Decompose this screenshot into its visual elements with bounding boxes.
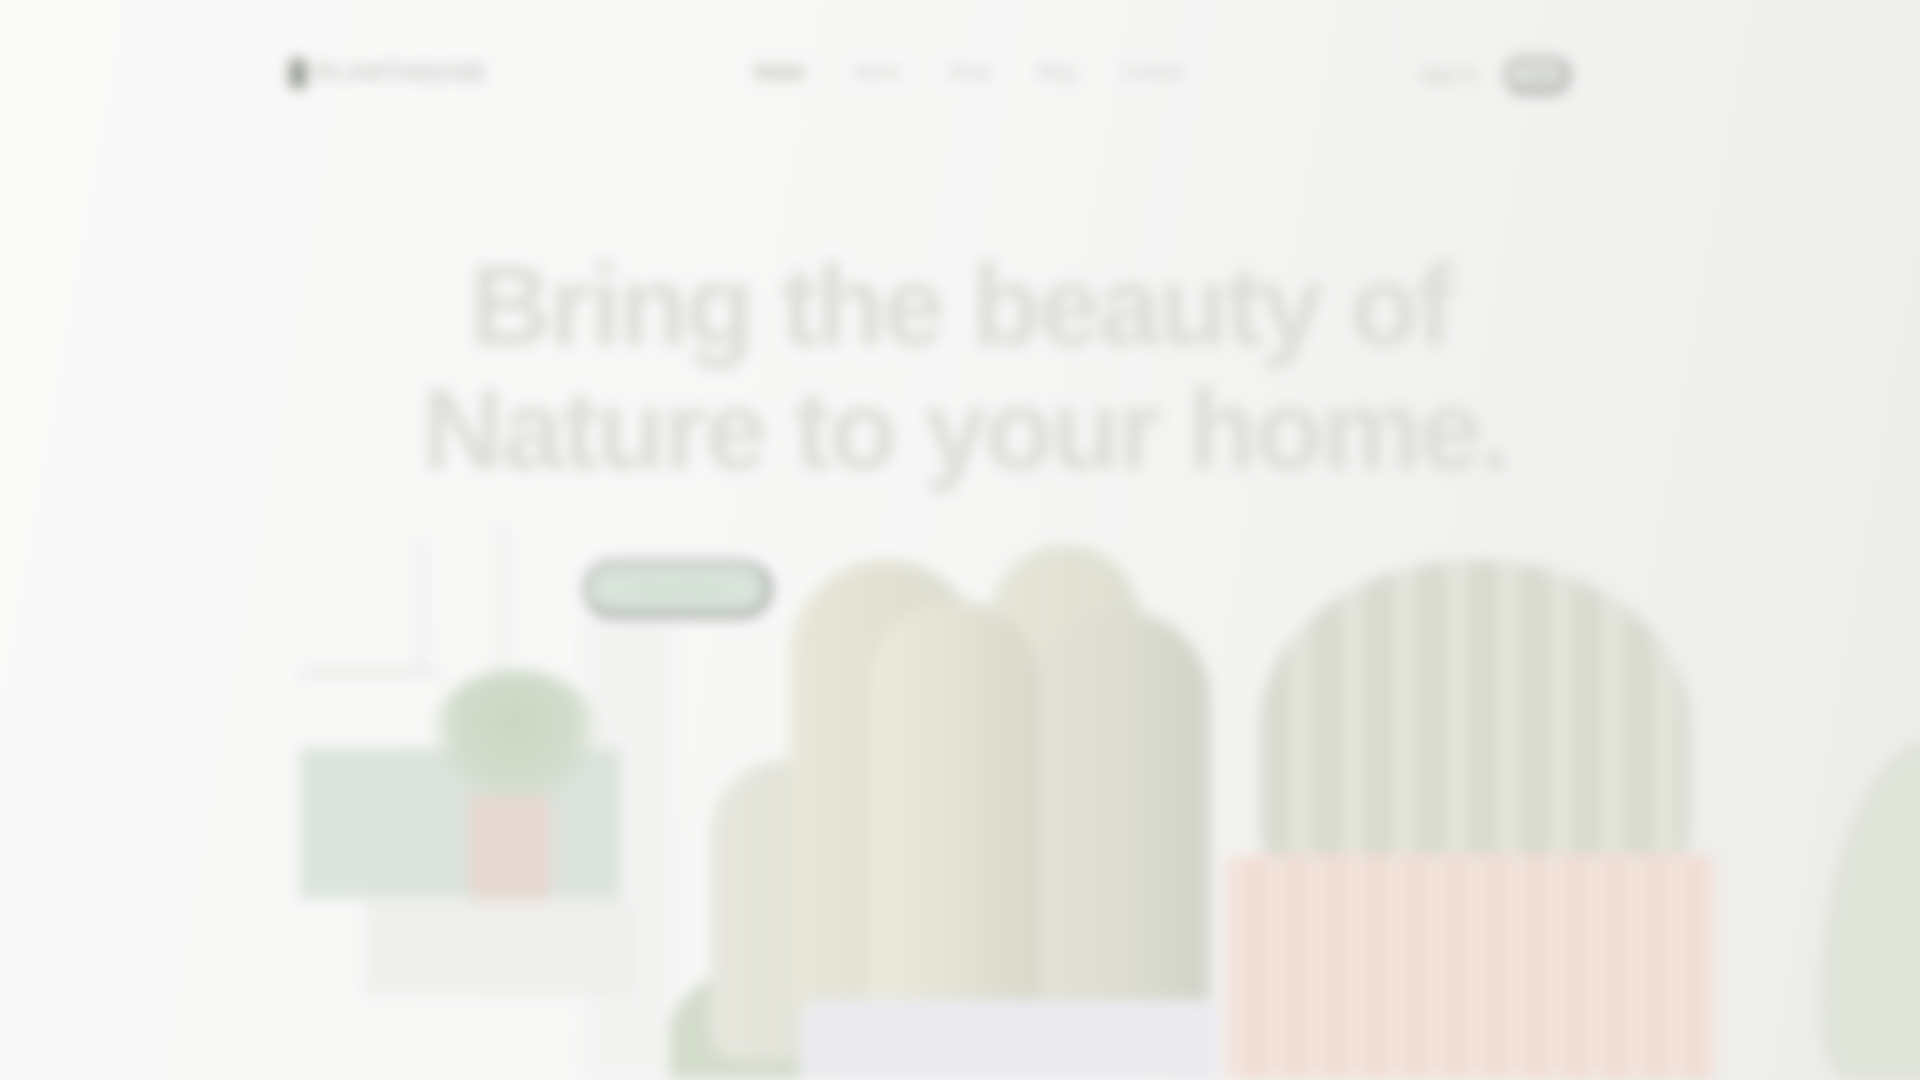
cactus-image	[870, 600, 1040, 1030]
nav-shop[interactable]: Shop	[948, 62, 990, 83]
hero-title-line-2: Nature to your home.	[421, 367, 1511, 494]
small-plant-image	[430, 670, 600, 800]
small-pot-image	[470, 795, 550, 915]
hero-title-line-1: Bring the beauty of	[469, 243, 1454, 370]
nav-contact[interactable]: Contact	[1122, 62, 1184, 83]
cart-button[interactable]: Cart	[1506, 58, 1569, 92]
blurred-content: PLANTHOUSE Home About Shop Blog Contact …	[0, 0, 1920, 1080]
barrel-cactus-image	[1260, 560, 1690, 890]
logo-text: PLANTHOUSE	[316, 60, 488, 85]
planter-shelf	[300, 670, 440, 676]
nav-home[interactable]: Home	[755, 62, 805, 83]
landing-page: PLANTHOUSE Home About Shop Blog Contact …	[0, 0, 1920, 1080]
hero-title: Bring the beauty of Nature to your home.	[0, 245, 1920, 493]
hanger-rope	[420, 540, 423, 670]
shop-now-button[interactable]: Shop Now	[585, 562, 770, 616]
sign-in-link[interactable]: Sign In	[1420, 65, 1476, 86]
terracotta-pot-image	[1225, 855, 1715, 1080]
nav-blog[interactable]: Blog	[1038, 62, 1074, 83]
main-nav: Home About Shop Blog Contact	[755, 62, 1184, 83]
hanger-rope	[500, 525, 503, 675]
white-pot-image	[800, 1000, 1220, 1080]
white-stand	[365, 900, 635, 995]
header-actions: Sign In Cart	[1420, 58, 1569, 92]
leaf-logo-icon	[290, 58, 306, 88]
leaf-image	[1820, 740, 1920, 1080]
nav-about[interactable]: About	[853, 62, 900, 83]
site-header: PLANTHOUSE Home About Shop Blog Contact …	[0, 28, 1920, 108]
cactus-image	[1030, 610, 1210, 1030]
logo[interactable]: PLANTHOUSE	[290, 58, 488, 88]
